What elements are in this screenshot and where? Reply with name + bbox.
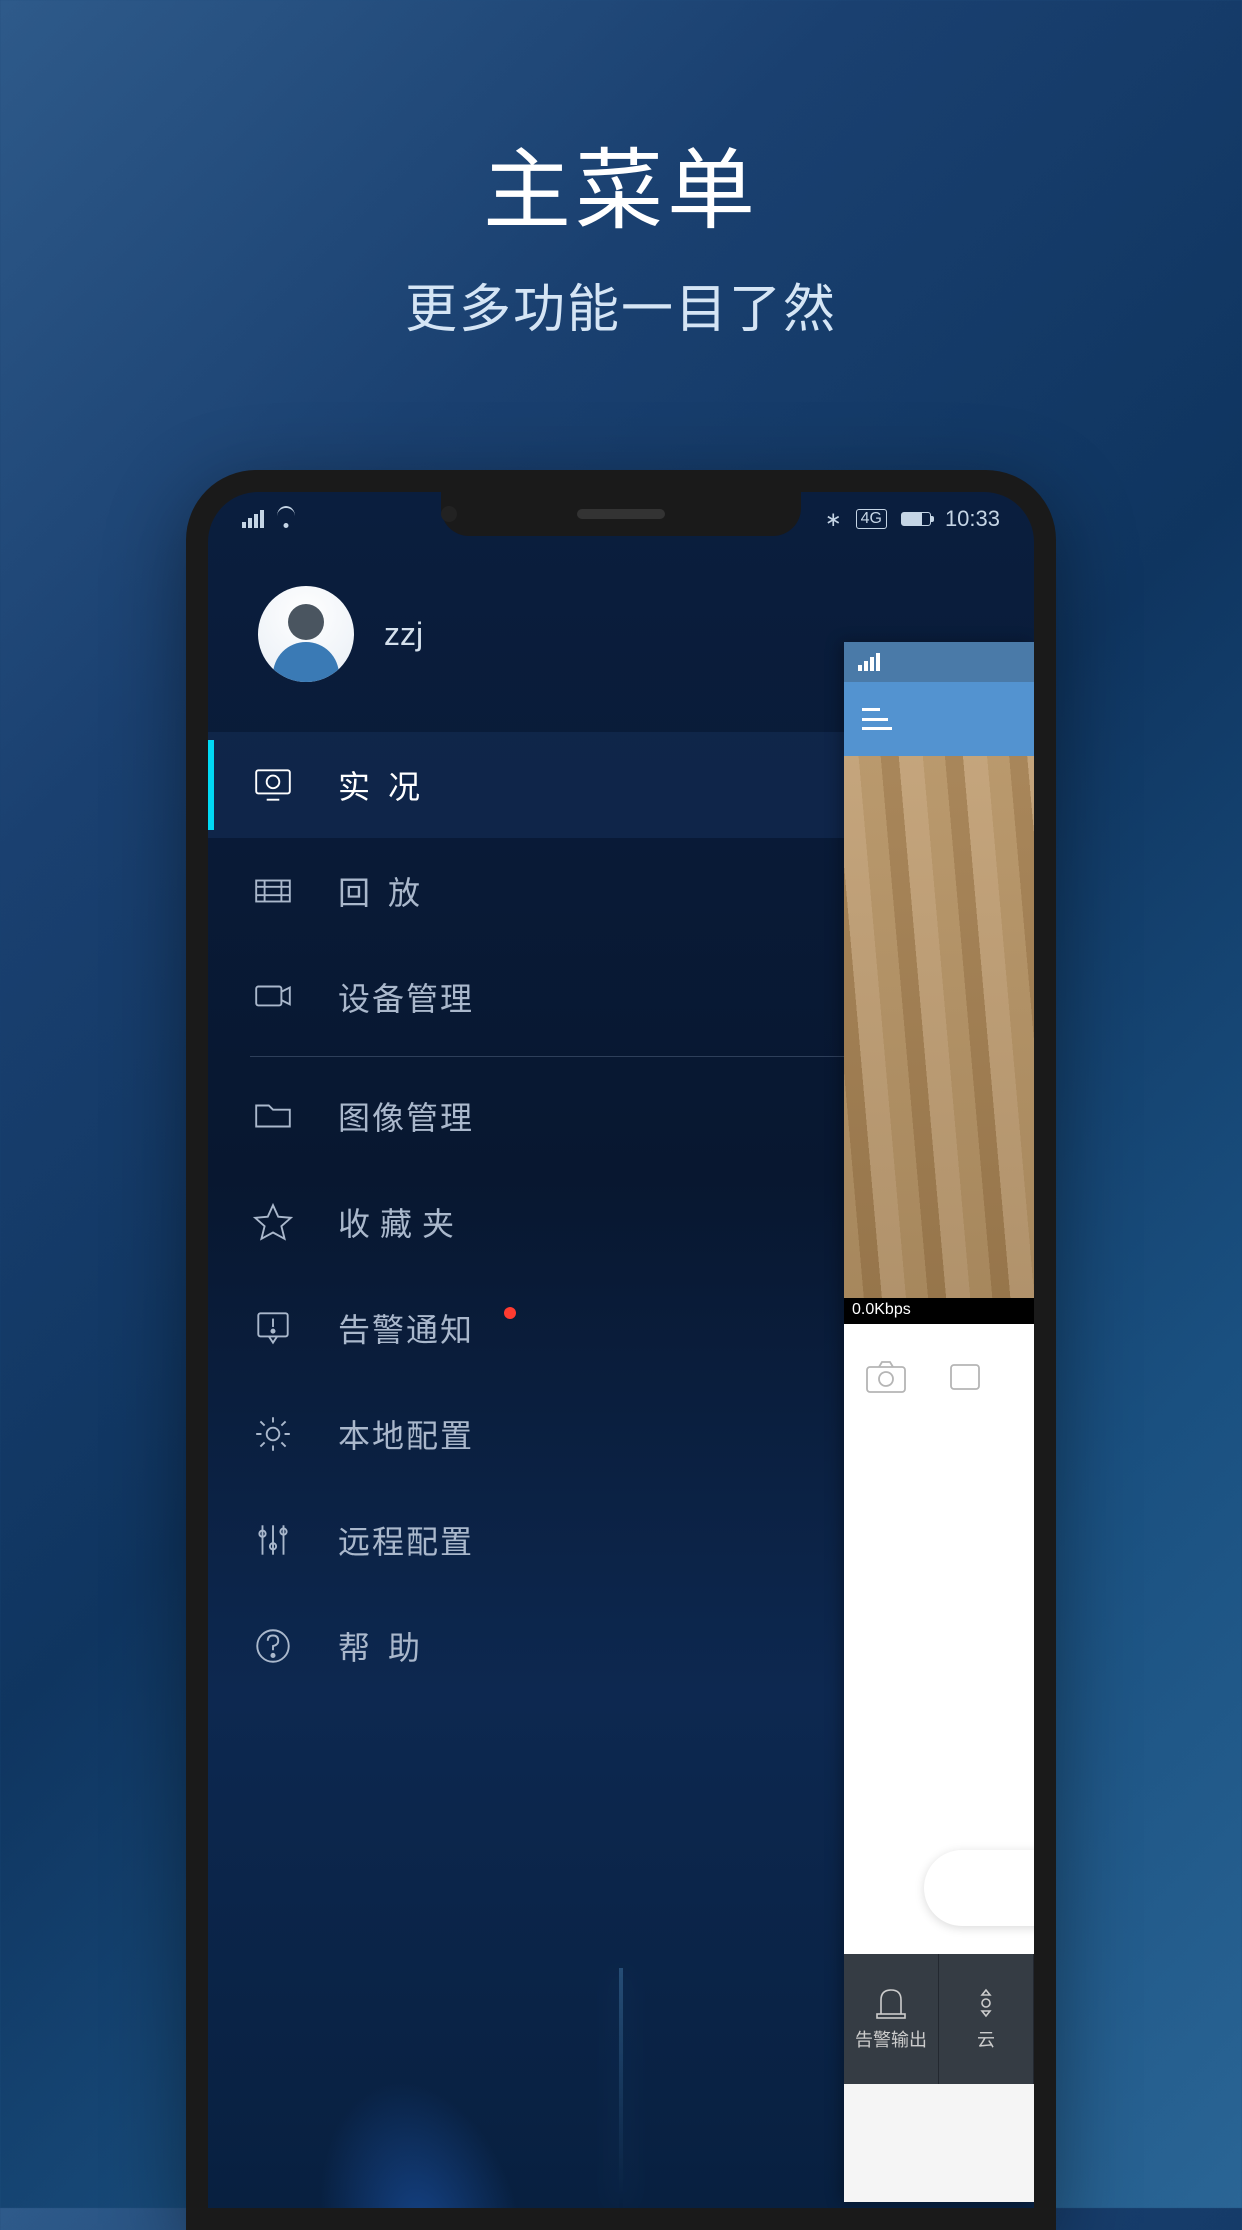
peek-status-bar — [844, 642, 1034, 682]
background-art-river — [212, 1926, 644, 2208]
phone-screen: ∗ 4G 10:33 zzj 实况 回放 — [208, 492, 1034, 2208]
monitor-icon — [250, 762, 296, 808]
menu-label: 回放 — [338, 868, 438, 914]
menu-label: 收藏夹 — [338, 1199, 464, 1245]
signal-icon — [858, 653, 880, 671]
floating-button[interactable] — [924, 1850, 1034, 1926]
menu-label: 本地配置 — [338, 1411, 474, 1457]
username-label: zzj — [384, 616, 423, 653]
page-title: 主菜单 — [0, 120, 1242, 247]
peek-toolbar — [844, 1324, 1034, 1434]
peek-bottom-bar: 告警输出 云 — [844, 1954, 1034, 2084]
menu-label: 图像管理 — [338, 1093, 474, 1139]
bitrate-label: 0.0Kbps — [844, 1298, 1034, 1324]
peek-blank-area — [844, 1434, 1034, 1954]
help-icon — [250, 1623, 296, 1669]
battery-icon — [901, 512, 931, 526]
bottom-label: 云 — [977, 2026, 995, 2052]
promo-header: 主菜单 更多功能一目了然 — [0, 0, 1242, 342]
record-icon[interactable] — [948, 1359, 992, 1400]
signal-icon — [242, 510, 264, 528]
camera-device-icon — [250, 974, 296, 1020]
wifi-icon — [274, 510, 298, 528]
background-app-preview[interactable]: 0.0Kbps 告警输出 云 — [844, 642, 1034, 2202]
page-subtitle: 更多功能一目了然 — [0, 267, 1242, 342]
network-badge: 4G — [856, 509, 887, 529]
sliders-icon — [250, 1517, 296, 1563]
snapshot-icon[interactable] — [864, 1359, 908, 1400]
folder-icon — [250, 1093, 296, 1139]
phone-frame: ∗ 4G 10:33 zzj 实况 回放 — [186, 470, 1056, 2230]
status-time: 10:33 — [945, 506, 1000, 532]
bottom-label: 告警输出 — [855, 2026, 927, 2052]
notification-dot — [504, 1307, 516, 1319]
peek-header — [844, 682, 1034, 756]
bottom-item-alarm[interactable]: 告警输出 — [844, 1954, 939, 2084]
film-icon — [250, 868, 296, 914]
hamburger-icon[interactable] — [862, 708, 892, 730]
bottom-item-ptz[interactable]: 云 — [939, 1954, 1034, 2084]
alert-icon — [250, 1305, 296, 1351]
menu-label: 实况 — [338, 762, 438, 808]
phone-notch — [441, 492, 801, 536]
menu-label: 告警通知 — [338, 1305, 474, 1351]
bluetooth-icon: ∗ — [825, 507, 842, 532]
gear-icon — [250, 1411, 296, 1457]
background-art — [491, 1808, 751, 2208]
menu-label: 远程配置 — [338, 1517, 474, 1563]
menu-label: 设备管理 — [338, 974, 474, 1020]
menu-label: 帮助 — [338, 1623, 438, 1669]
star-icon — [250, 1199, 296, 1245]
avatar — [258, 586, 354, 682]
camera-feed[interactable]: 0.0Kbps — [844, 756, 1034, 1324]
